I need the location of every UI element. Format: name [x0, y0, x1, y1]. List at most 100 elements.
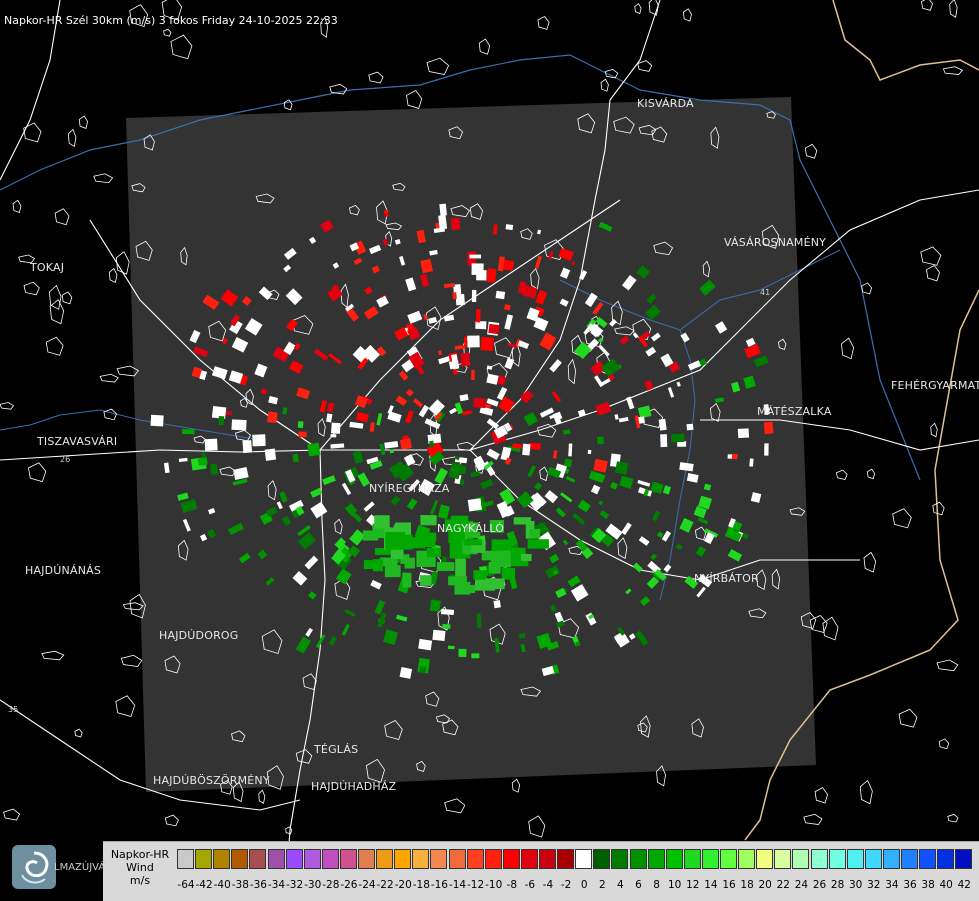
city-label-hajdunanas: HAJDÚNÁNÁS [25, 564, 102, 577]
legend-swatch [539, 849, 556, 869]
radar-echo-cell [763, 421, 774, 435]
legend-swatch [864, 849, 882, 869]
radar-echo-cell [439, 203, 447, 216]
legend-swatch [919, 849, 937, 869]
city-label-nagykallo: NAGYKÁLLÓ [437, 522, 505, 535]
radar-echo-cell [252, 434, 266, 447]
radar-echo-cell [471, 653, 480, 659]
radar-echo-cell [495, 290, 506, 300]
legend-swatch [466, 849, 484, 869]
radar-echo-cell [505, 224, 514, 231]
radar-echo-cell [562, 429, 571, 435]
settlement-outline [122, 602, 144, 611]
legend-label: Napkor-HR Wind m/s [105, 848, 175, 887]
settlement-outline [93, 173, 114, 184]
legend-swatch [195, 849, 213, 869]
radar-echo-cell [455, 584, 476, 593]
settlement-outline [892, 508, 912, 529]
radar-echo-cell [587, 449, 592, 455]
radar-echo-cell [475, 308, 481, 323]
legend-swatch [557, 849, 575, 869]
radar-echo-cell [593, 458, 608, 473]
radar-echo-cell [389, 449, 394, 454]
settlement-outline [804, 143, 818, 159]
legend-source: Napkor-HR [110, 848, 170, 861]
radar-echo-cell [204, 438, 218, 451]
radar-echo-cell [455, 558, 466, 577]
radar-echo-cell [150, 414, 164, 427]
radar-echo-cell [493, 600, 501, 609]
legend-tick-label: 42 [957, 879, 971, 891]
settlement-outline [23, 122, 42, 143]
settlement-outline [99, 373, 119, 383]
legend-swatch [285, 849, 303, 869]
radar-echo-cell [197, 457, 208, 466]
radar-echo-cell [432, 629, 446, 642]
radar-echo-cell [749, 458, 754, 467]
settlement-outline [926, 265, 940, 282]
radar-echo-cell [426, 547, 441, 558]
legend-swatch [611, 849, 629, 869]
settlement-outline [0, 402, 15, 410]
settlement-outline [67, 128, 77, 148]
radar-echo-cell [527, 539, 549, 549]
city-label-kisvarda: KISVÁRDA [637, 97, 694, 110]
legend-swatch [394, 849, 412, 869]
radar-echo-cell [503, 259, 515, 271]
settlement-outline [28, 462, 47, 483]
radar-echo-cell [429, 599, 441, 612]
radar-echo-cell [469, 254, 482, 259]
settlement-outline [170, 34, 193, 60]
legend-bar: Napkor-HR Wind m/s -64 -42 -40 -38 -36 -34 -32… [103, 841, 979, 901]
radar-echo-cell [453, 465, 467, 475]
road-number-26: 26 [60, 455, 70, 464]
radar-echo-cell [231, 419, 247, 431]
legend-swatch [792, 849, 810, 869]
city-label-hajdudorog: HAJDÚDOROG [159, 629, 239, 642]
radar-echo-cell [513, 517, 531, 525]
settlement-outline [23, 281, 40, 296]
settlement-outline [942, 66, 964, 75]
radar-echo-cell [390, 548, 404, 560]
city-label-tiszavasvari: TISZAVASVÁRI [37, 435, 118, 448]
road-number-35: 35 [8, 705, 18, 714]
settlement-outline [49, 284, 62, 310]
legend-swatch [683, 849, 701, 869]
legend-swatch [647, 849, 665, 869]
radar-echo-cell [418, 638, 433, 651]
radar-echo-cell [529, 528, 541, 539]
radar-echo-cell [419, 666, 427, 674]
radar-echo-cell [671, 433, 685, 443]
radar-echo-cell [297, 421, 304, 429]
radar-echo-cell [447, 645, 455, 650]
settlement-outline [12, 199, 22, 214]
radar-echo-cell [731, 453, 738, 460]
radar-echo-cell [488, 323, 500, 335]
legend-swatch [376, 849, 394, 869]
settlement-outline [863, 551, 877, 573]
legend-swatch [756, 849, 774, 869]
radar-echo-cell [330, 434, 337, 438]
settlement-outline [49, 299, 65, 325]
settlement-outline [949, 0, 958, 18]
settlement-outline [841, 337, 854, 360]
radar-echo-cell [476, 613, 482, 629]
settlement-outline [898, 708, 918, 728]
radar-echo-cell [471, 369, 475, 381]
map-title: Napkor-HR Szél 30km (m/s) 3 fokos Friday… [4, 14, 338, 27]
settlement-outline [54, 208, 70, 226]
radar-echo-cell [501, 567, 516, 580]
radar-echo-cell [267, 411, 278, 424]
radar-echo-cell [520, 553, 532, 562]
radar-echo-cell [442, 623, 451, 629]
settlement-outline [938, 738, 950, 750]
legend-swatch [430, 849, 448, 869]
legend-swatch [665, 849, 683, 869]
radar-echo-cell [463, 336, 468, 347]
settlement-outline [835, 469, 848, 480]
settlement-outline [120, 654, 143, 667]
radar-echo-cell [298, 431, 307, 438]
settlement-outline [444, 798, 466, 814]
legend-swatch [937, 849, 955, 869]
settlement-outline [634, 3, 642, 15]
